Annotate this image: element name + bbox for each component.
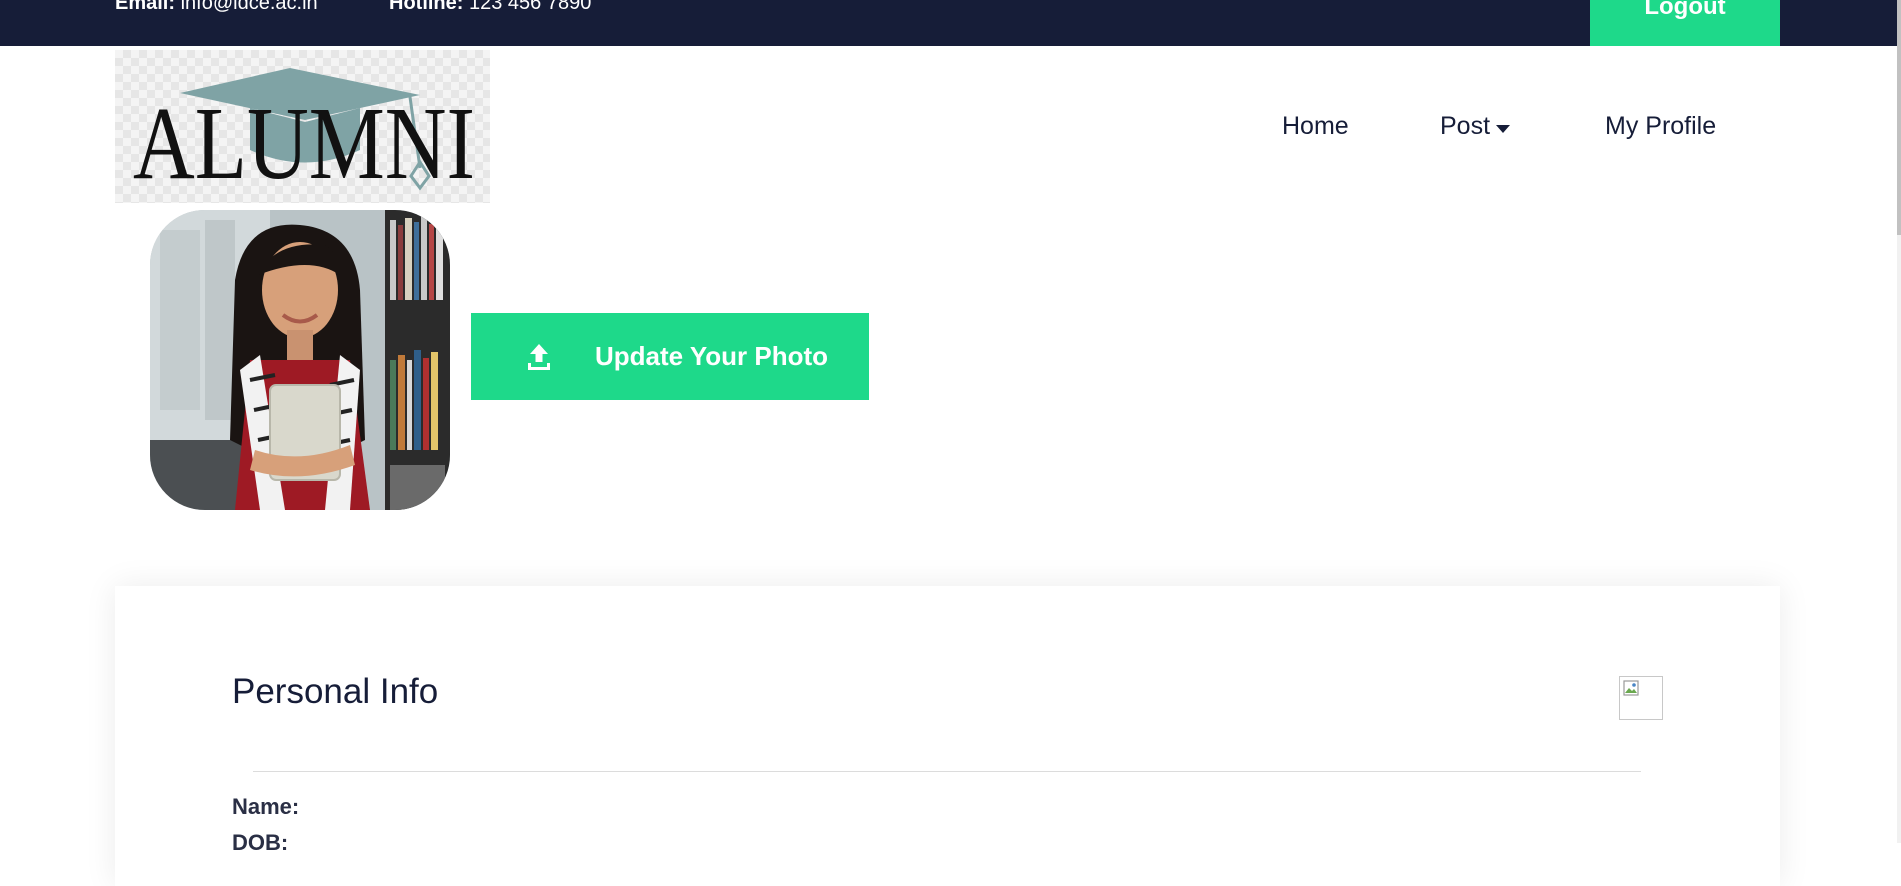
nav-home[interactable]: Home	[1282, 112, 1349, 141]
personal-info-title: Personal Info	[232, 672, 439, 711]
name-label: Name:	[232, 794, 300, 819]
logout-button[interactable]: Logout	[1590, 0, 1780, 46]
update-photo-button[interactable]: Update Your Photo	[471, 313, 869, 400]
dob-label: DOB:	[232, 830, 289, 855]
broken-image-icon	[1623, 680, 1639, 696]
svg-text:ALUMNI: ALUMNI	[133, 86, 475, 201]
scrollbar-thumb[interactable]	[1897, 0, 1901, 235]
graduation-cap-icon: ALUMNI	[133, 68, 475, 201]
contact-email: Email: info@idce.ac.in	[115, 0, 318, 15]
nav-post-dropdown[interactable]: Post	[1440, 112, 1511, 141]
personal-info-card: Personal Info Name: DOB:	[115, 586, 1780, 886]
nav-post-label: Post	[1440, 112, 1491, 140]
hotline-label: Hotline:	[389, 0, 464, 14]
caret-down-icon	[1496, 124, 1511, 133]
email-value[interactable]: info@idce.ac.in	[181, 0, 318, 14]
upload-icon	[528, 343, 550, 370]
section-divider	[253, 771, 1641, 772]
alumni-logo[interactable]: ALUMNI	[115, 50, 490, 203]
email-label: Email:	[115, 0, 176, 14]
update-photo-label: Update Your Photo	[595, 341, 829, 371]
hotline-value[interactable]: 123 456 7890	[469, 0, 591, 14]
edit-button[interactable]	[1619, 676, 1663, 720]
contact-hotline: Hotline: 123 456 7890	[389, 0, 591, 15]
top-bar: Email: info@idce.ac.in Hotline: 123 456 …	[0, 0, 1897, 46]
profile-photo	[150, 210, 450, 510]
page-scrollbar[interactable]	[1897, 0, 1901, 843]
nav-my-profile[interactable]: My Profile	[1605, 112, 1716, 141]
